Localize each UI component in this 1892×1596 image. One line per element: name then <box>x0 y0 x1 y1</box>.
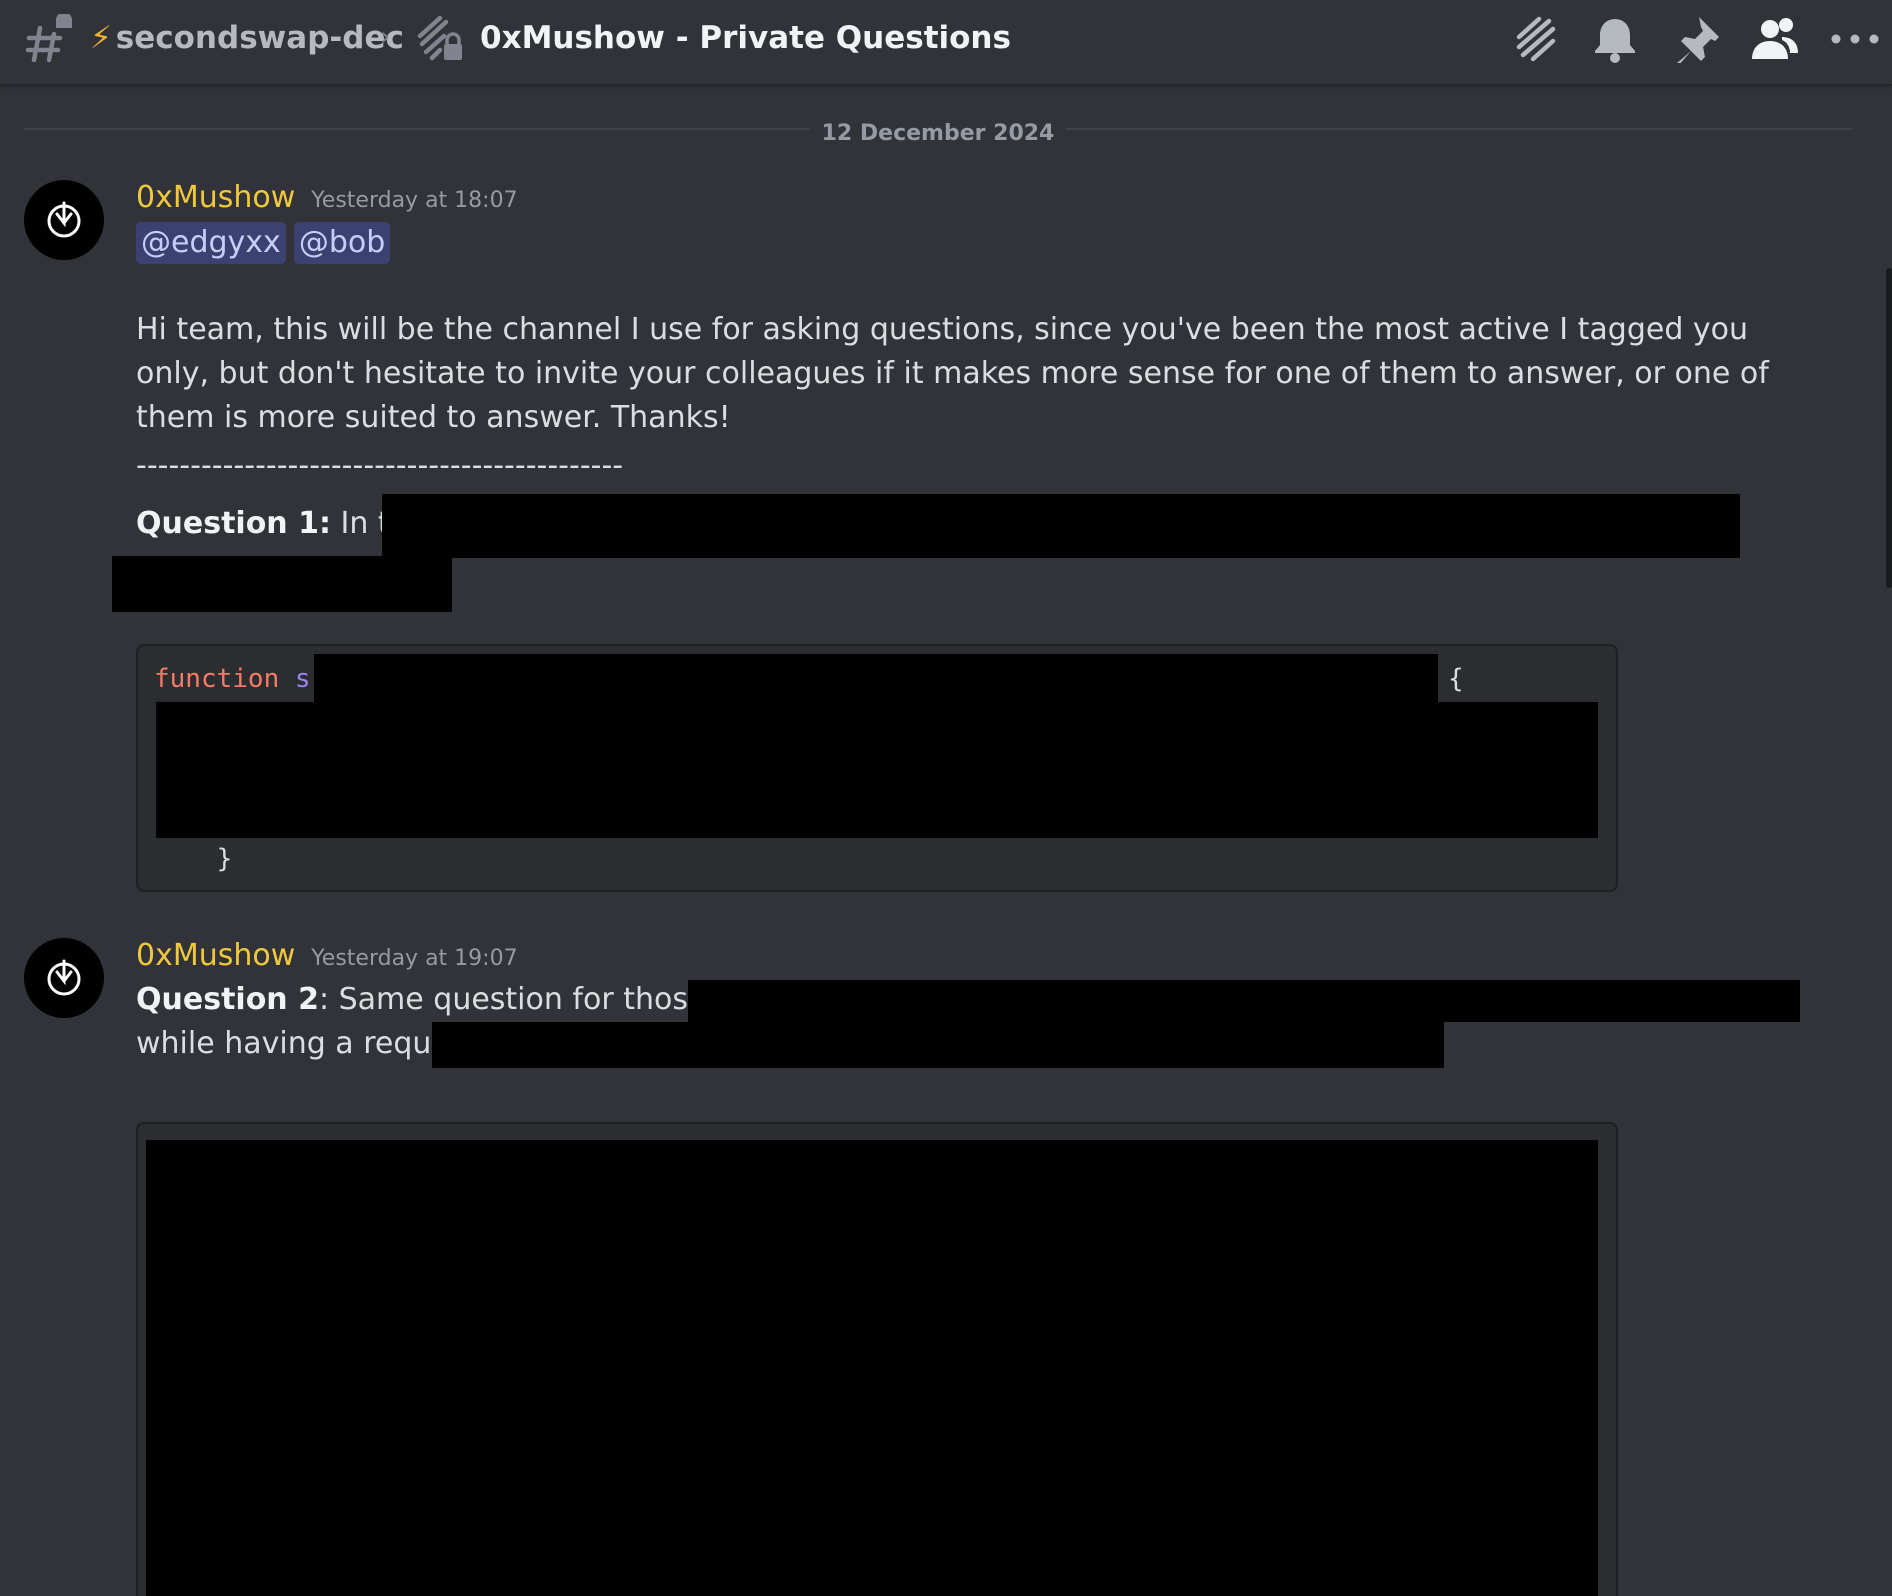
message-header: 0xMushow Yesterday at 19:07 <box>136 938 518 973</box>
parent-channel-name: secondswap-dec <box>115 20 404 56</box>
username[interactable]: 0xMushow <box>136 180 295 215</box>
dashed-separator: ----------------------------------------… <box>136 448 624 483</box>
timestamp[interactable]: Yesterday at 19:07 <box>311 946 517 971</box>
avatar-logo-icon <box>47 959 81 996</box>
pinned-messages-button[interactable] <box>1670 12 1724 66</box>
more-options-button[interactable] <box>1828 12 1882 66</box>
thread-channel-hash-icon[interactable] <box>26 14 74 64</box>
message-list[interactable]: 12 December 2024 0xMushow Yesterday at 1… <box>0 88 1892 1596</box>
date-divider: 12 December 2024 <box>0 121 1876 146</box>
member-list-button[interactable] <box>1748 12 1802 66</box>
date-divider-line <box>24 128 1852 130</box>
date-divider-label: 12 December 2024 <box>809 121 1067 146</box>
members-icon <box>1752 18 1798 59</box>
code-block[interactable]: function s { } <box>136 644 1618 892</box>
code-close-brace: } <box>154 844 233 874</box>
code-function-name: s <box>279 664 311 694</box>
breadcrumb-chevron-icon: › <box>380 22 391 52</box>
redacted-block <box>382 494 1740 558</box>
breadcrumb-parent-channel[interactable]: ⚡ secondswap-dec <box>90 16 404 60</box>
redacted-block <box>688 980 1800 1022</box>
more-icon <box>1831 34 1879 44</box>
redacted-block <box>146 1140 1598 1596</box>
redacted-block <box>112 556 452 612</box>
threads-button[interactable] <box>1508 12 1562 66</box>
notification-button[interactable] <box>1588 12 1642 66</box>
redacted-block <box>432 1022 1444 1068</box>
scrollbar[interactable] <box>1886 268 1892 588</box>
redacted-block <box>314 654 1438 702</box>
thread-title: 0xMushow - Private Questions <box>480 20 1011 56</box>
code-line-signature: function s <box>154 662 311 696</box>
question-1-label: Question 1: <box>136 506 331 541</box>
code-block[interactable] <box>136 1122 1618 1596</box>
bolt-icon: ⚡ <box>90 20 112 56</box>
code-open-brace: { <box>1448 664 1464 694</box>
private-thread-icon <box>417 15 462 61</box>
threads-icon <box>1516 16 1556 62</box>
avatar-logo-icon <box>47 201 81 238</box>
message-body: Hi team, this will be the channel I use … <box>136 312 1769 435</box>
user-mention[interactable]: @edgyxx <box>136 222 286 264</box>
pin-icon <box>1677 17 1719 63</box>
bell-icon <box>1595 19 1635 63</box>
avatar[interactable] <box>24 938 104 1018</box>
question-2-label: Question 2 <box>136 982 319 1017</box>
mentions: @edgyxx @bob <box>136 222 391 264</box>
code-keyword: function <box>154 664 280 694</box>
avatar[interactable] <box>24 180 104 260</box>
channel-header: ⚡ secondswap-dec › 0xMushow - Private Qu… <box>0 0 1892 86</box>
message-header: 0xMushow Yesterday at 18:07 <box>136 180 518 215</box>
question-2: Question 2: Same question for those two <box>136 978 771 1022</box>
user-mention[interactable]: @bob <box>293 222 391 264</box>
timestamp[interactable]: Yesterday at 18:07 <box>311 188 517 213</box>
question-2-line-2: while having a require <box>136 1026 470 1061</box>
username[interactable]: 0xMushow <box>136 938 295 973</box>
redacted-block <box>156 702 1598 838</box>
